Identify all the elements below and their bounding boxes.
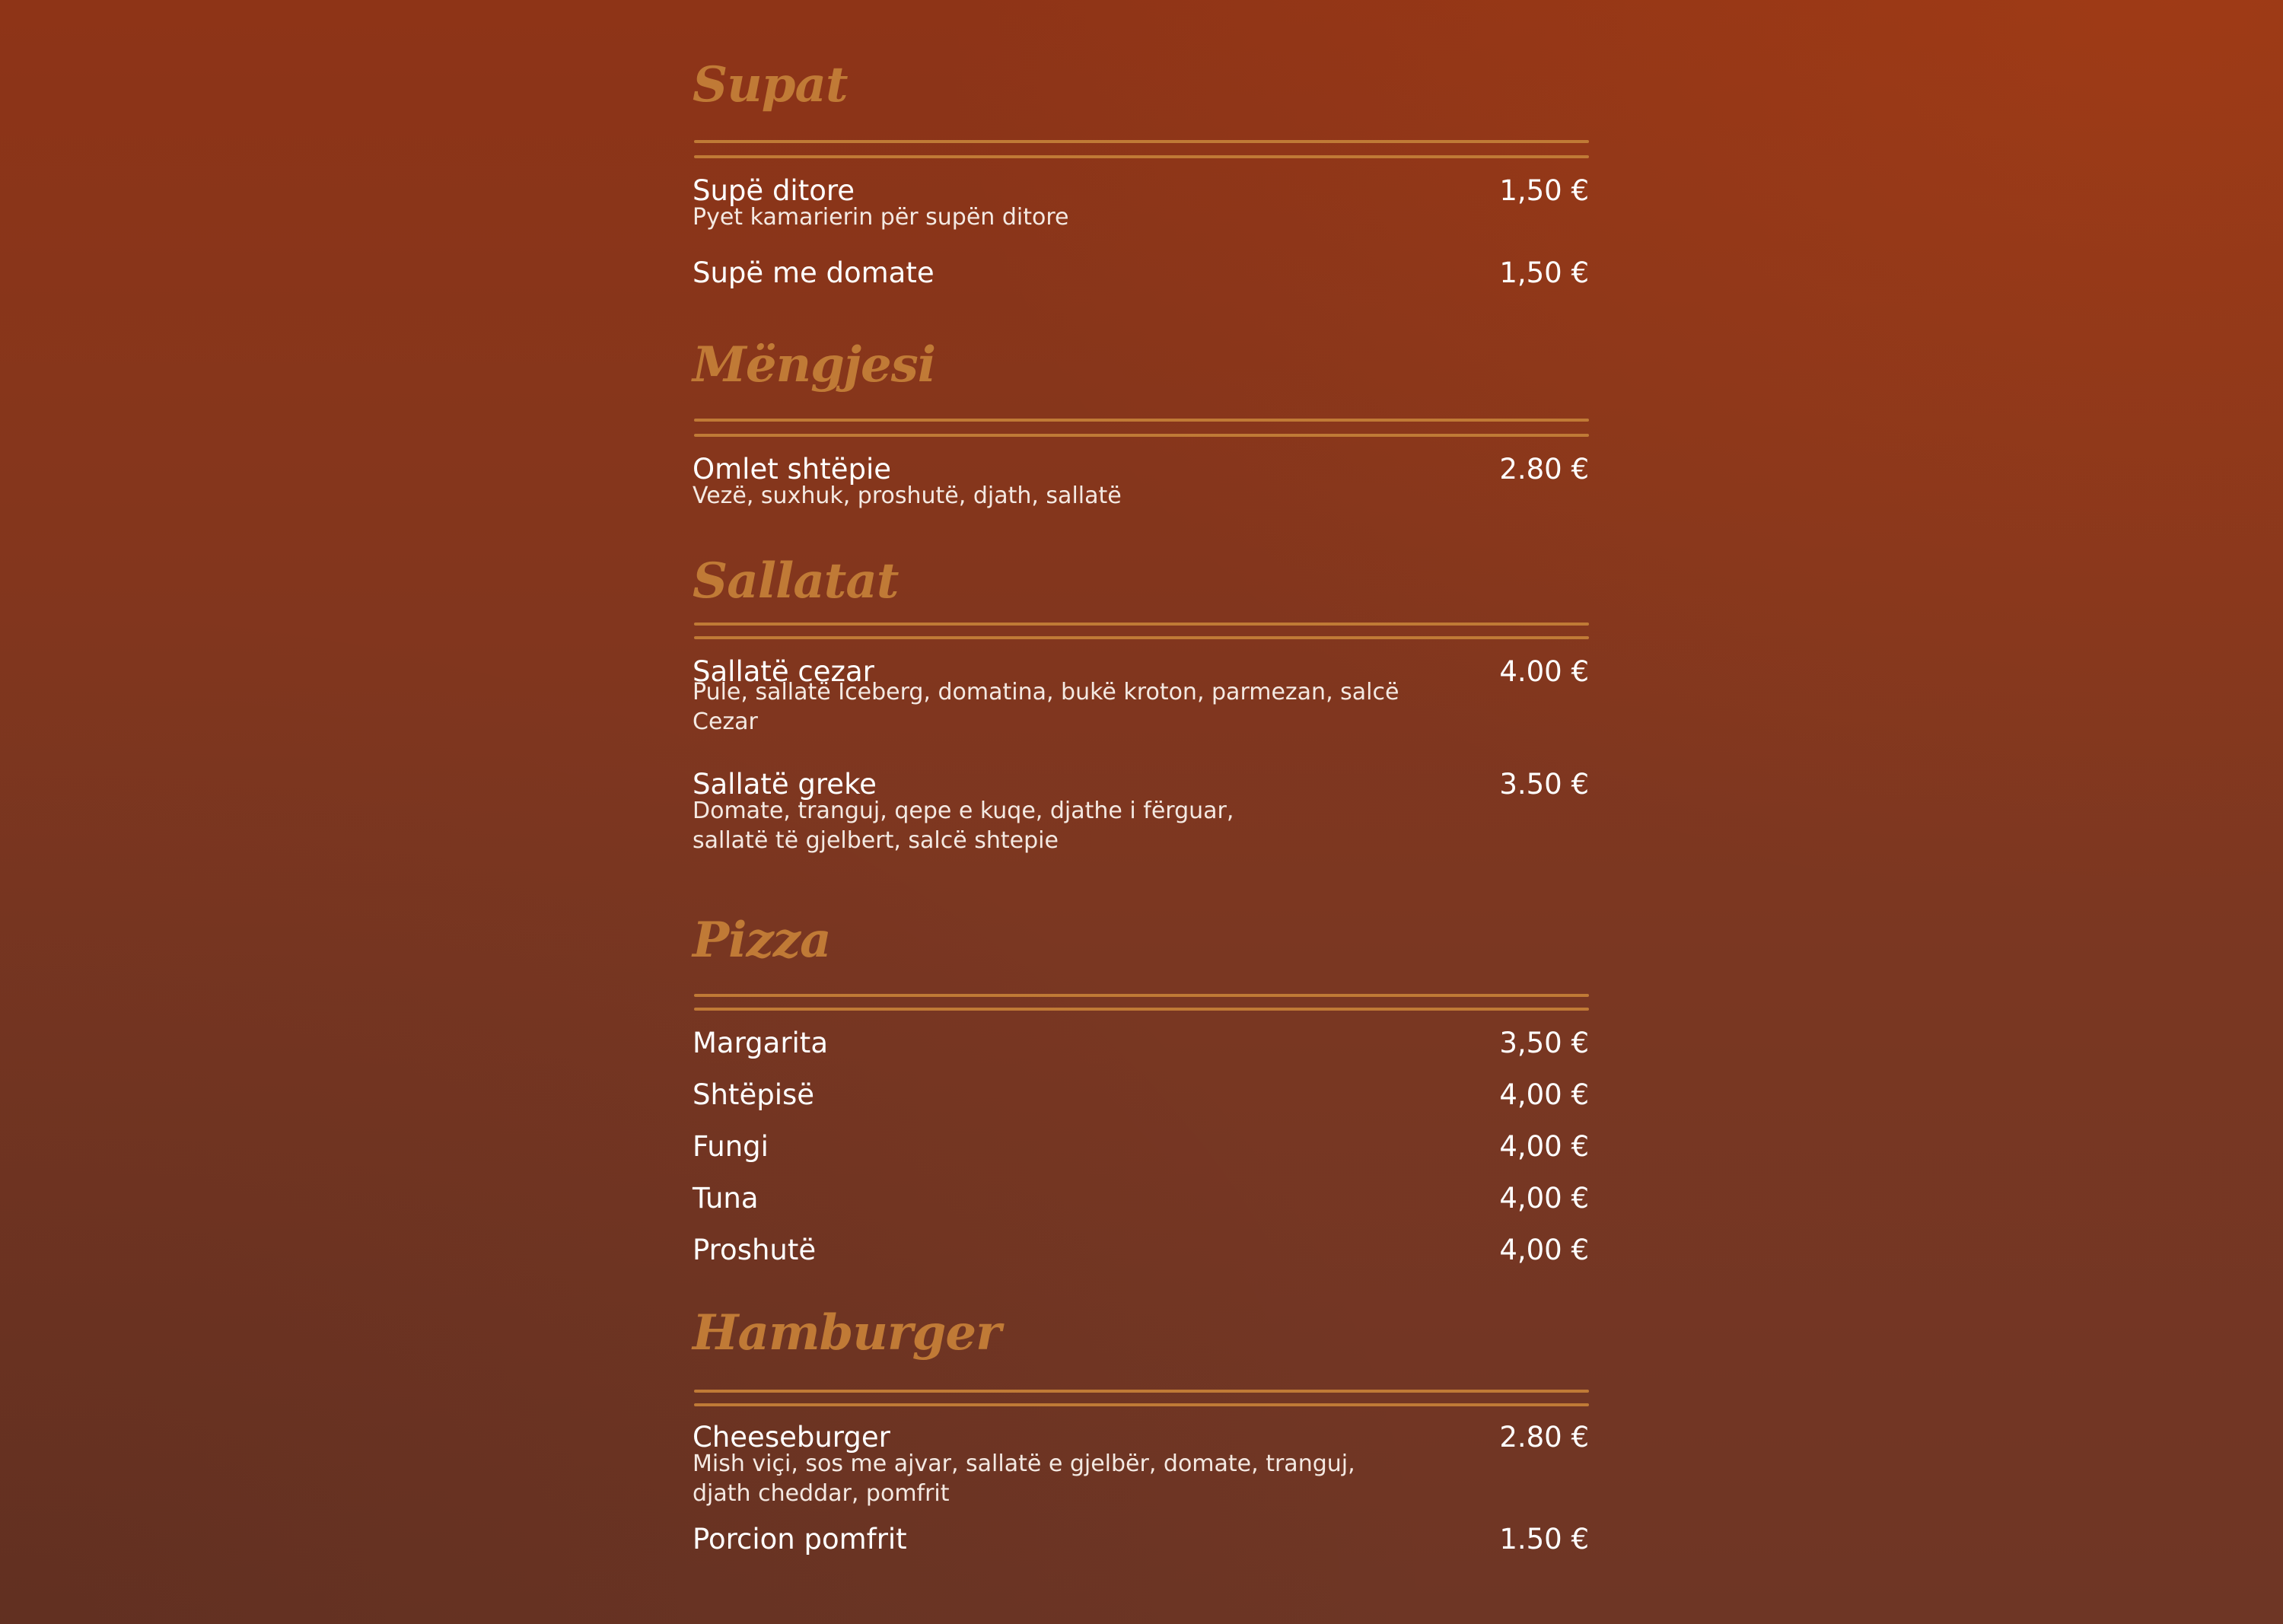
section-heading-sallatat: Sallatat bbox=[693, 552, 899, 610]
section-rule bbox=[694, 1403, 1589, 1406]
section-rule bbox=[694, 140, 1589, 143]
section-heading-mengjesi: Mëngjesi bbox=[693, 336, 936, 393]
section-rule bbox=[694, 155, 1589, 158]
menu-item-name: Sallatë greke bbox=[693, 768, 877, 801]
menu-item-price: 4.00 € bbox=[1499, 655, 1589, 688]
menu-item-description: Pule, sallatë Iceberg, domatina, bukë kr… bbox=[693, 679, 1399, 735]
section-rule bbox=[694, 1008, 1589, 1011]
menu-item-price: 3,50 € bbox=[1499, 1027, 1589, 1059]
menu-item-price: 3.50 € bbox=[1499, 768, 1589, 801]
section-rule bbox=[694, 434, 1589, 437]
menu-page: Supat Supë ditore 1,50 € Pyet kamarierin… bbox=[0, 0, 2283, 1624]
section-heading-pizza: Pizza bbox=[693, 912, 832, 969]
section-heading-supat: Supat bbox=[693, 56, 849, 113]
menu-item-name: Fungi bbox=[693, 1130, 769, 1163]
menu-item-name: Supë me domate bbox=[693, 256, 935, 289]
menu-item-name: Tuna bbox=[693, 1182, 759, 1215]
section-rule bbox=[694, 1390, 1589, 1393]
menu-item-name: Margarita bbox=[693, 1027, 828, 1059]
menu-item-price: 1,50 € bbox=[1499, 174, 1589, 207]
menu-item-name: Supë ditore bbox=[693, 174, 855, 207]
menu-item-description: Pyet kamarierin për supën ditore bbox=[693, 204, 1069, 231]
section-heading-hamburger: Hamburger bbox=[693, 1304, 1001, 1361]
section-rule bbox=[694, 994, 1589, 997]
menu-item-description: Mish viçi, sos me ajvar, sallatë e gjelb… bbox=[693, 1450, 1355, 1507]
menu-item-price: 2.80 € bbox=[1499, 1421, 1589, 1454]
menu-item-name: Porcion pomfrit bbox=[693, 1523, 907, 1556]
menu-item-price: 1,50 € bbox=[1499, 256, 1589, 289]
menu-item-price: 1.50 € bbox=[1499, 1523, 1589, 1556]
section-rule bbox=[694, 636, 1589, 639]
menu-item-description: Domate, tranguj, qepe e kuqe, djathe i f… bbox=[693, 798, 1234, 854]
section-rule bbox=[694, 623, 1589, 626]
menu-item-price: 2.80 € bbox=[1499, 453, 1589, 486]
menu-item-price: 4,00 € bbox=[1499, 1182, 1589, 1215]
menu-item-name: Omlet shtëpie bbox=[693, 453, 892, 486]
menu-item-name: Cheeseburger bbox=[693, 1421, 890, 1454]
menu-item-name: Proshutë bbox=[693, 1234, 817, 1266]
section-rule bbox=[694, 419, 1589, 422]
menu-item-price: 4,00 € bbox=[1499, 1078, 1589, 1111]
menu-item-name: Shtëpisë bbox=[693, 1078, 815, 1111]
menu-item-description: Vezë, suxhuk, proshutë, djath, sallatë bbox=[693, 482, 1122, 509]
menu-item-price: 4,00 € bbox=[1499, 1130, 1589, 1163]
menu-item-price: 4,00 € bbox=[1499, 1234, 1589, 1266]
